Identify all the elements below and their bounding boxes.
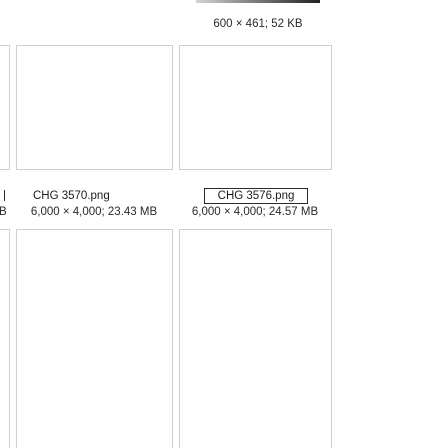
file-meta-chg-3576: 6,000 × 4,000; 24.57 MB xyxy=(191,206,319,218)
left-partial-meta: B xyxy=(0,206,7,218)
thumbnail-row3-col1[interactable] xyxy=(16,229,173,448)
image-preview-fragment xyxy=(196,0,320,3)
thumbnail-row2-col1[interactable] xyxy=(16,45,173,170)
thumbnail-row3-col2[interactable] xyxy=(179,229,332,448)
left-edge-marker xyxy=(4,190,5,201)
thumbnail-row3-left[interactable] xyxy=(0,229,10,448)
file-thumbnail-grid: 600 × 461; 52 KB CHG 3570.png CHG 3576.p… xyxy=(0,0,448,448)
file-name-chg-3576-selected[interactable]: CHG 3576.png xyxy=(204,188,308,204)
file-item-top-middle[interactable]: 600 × 461; 52 KB xyxy=(196,0,334,30)
thumbnail-row2-left[interactable] xyxy=(0,45,10,170)
file-meta-chg-3570: 6,000 × 4,000; 23.43 MB xyxy=(30,206,158,218)
file-meta: 600 × 461; 52 KB xyxy=(213,18,303,30)
thumbnail-row2-col2[interactable] xyxy=(179,45,332,170)
file-name-chg-3570[interactable]: CHG 3570.png xyxy=(33,189,153,203)
